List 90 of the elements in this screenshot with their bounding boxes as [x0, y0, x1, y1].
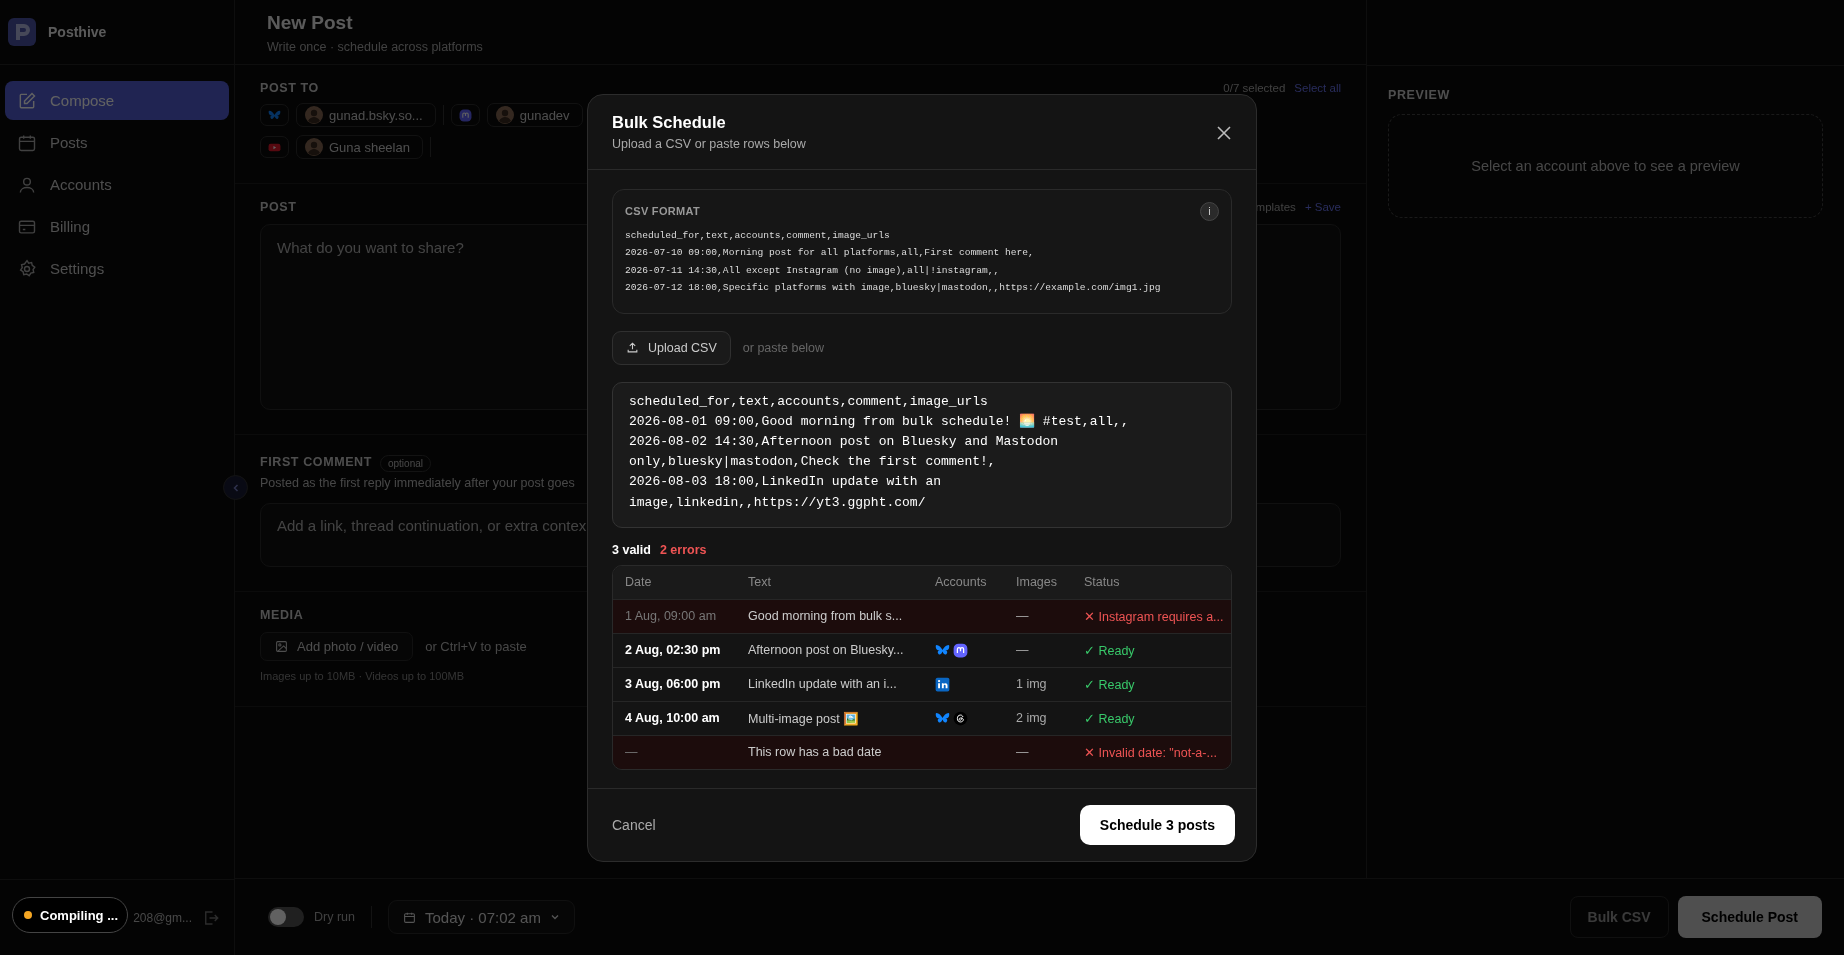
dialog-title: Bulk Schedule [612, 112, 727, 132]
section-label: PREVIEW [1388, 88, 1450, 102]
paste-hint: or Ctrl+V to paste [425, 639, 527, 654]
user-email: 208@gm... [133, 910, 192, 925]
avatar-icon [495, 106, 514, 124]
table-cell: — [1016, 609, 1029, 623]
app-name: Posthive [48, 24, 107, 40]
column-header: Images [1016, 575, 1057, 589]
image-icon [275, 640, 288, 653]
nav-item[interactable]: Settings [5, 249, 229, 288]
code-line: scheduled_for,text,accounts,comment,image_urls [625, 228, 891, 243]
chevron-down-icon [549, 912, 560, 922]
info-button[interactable]: i [1200, 201, 1219, 221]
paste-hint: or paste below [742, 340, 825, 355]
preview-empty-text: Select an account above to see a preview [1471, 158, 1740, 174]
section-label: POST [260, 200, 297, 214]
upload-icon [626, 341, 639, 354]
dialog-subtitle: Upload a CSV or paste rows below [612, 136, 806, 151]
logo-icon [8, 18, 36, 46]
indicator-label: Compiling ... [40, 907, 118, 923]
nav-item[interactable]: Billing [5, 207, 229, 246]
comment-description: Posted as the first reply immediately after your post goes [260, 476, 575, 490]
settings-icon [17, 258, 37, 279]
select-all-link[interactable]: Select all [1294, 82, 1341, 94]
column-header: Text [748, 575, 771, 589]
calendar-icon [403, 910, 416, 924]
mastodon-icon [953, 642, 968, 658]
status-cell: ✕ Instagram requires a... [1084, 608, 1224, 624]
pencil-square-icon [17, 90, 37, 111]
code-line: 2026-07-11 14:30,All except Instagram (no image),all|!instagram,, [625, 263, 1001, 278]
table-cell: Afternoon post on Bluesky... [748, 643, 904, 657]
section-label: MEDIA [260, 608, 304, 622]
nav-item[interactable]: Posts [5, 123, 229, 162]
table-cell: Multi-image post 🖼 [748, 710, 860, 726]
platform-chip[interactable] [450, 104, 480, 126]
upload-csv-button[interactable]: Upload CSV [612, 330, 731, 365]
collapse-button[interactable] [223, 475, 248, 500]
account-chip[interactable]: gunad.bsky.so... [296, 103, 436, 127]
close-button[interactable] [1216, 124, 1232, 141]
cancel-button[interactable]: Cancel [612, 816, 656, 833]
code-line: 2026-07-12 18:00,Specific platforms with image,bluesky|mastodon,,https://example.com/img1.jpg [625, 281, 1162, 295]
dry-run-toggle[interactable] [268, 907, 304, 927]
error-count: 2 errors [659, 542, 707, 557]
page-title: New Post [267, 12, 354, 34]
table-cell: — [625, 745, 638, 759]
table-cell: 1 img [1016, 677, 1047, 691]
table-cell: LinkedIn update with an i... [748, 677, 897, 691]
schedule-post-button[interactable]: Schedule Post [1677, 896, 1822, 938]
table-cell: 3 Aug, 06:00 pm [625, 677, 721, 691]
column-header: Status [1084, 575, 1120, 589]
toggle-label: Dry run [314, 910, 355, 924]
table-cell: This row has a bad date [748, 745, 882, 759]
schedule-button[interactable]: Schedule 3 posts [1079, 804, 1235, 845]
table-cell: 4 Aug, 10:00 am [625, 711, 720, 725]
platform-chip[interactable] [260, 136, 289, 158]
nav-item[interactable]: Accounts [5, 165, 229, 204]
status-dot [24, 911, 32, 919]
date-picker[interactable]: Today · 07:02 am [388, 900, 575, 934]
table-cell: 2 Aug, 02:30 pm [625, 643, 721, 657]
card-label: CSV FORMAT [625, 205, 700, 217]
threads-icon [953, 710, 968, 726]
account-chip[interactable]: Guna sheelan [296, 135, 423, 159]
account-chip[interactable]: gunadev [486, 103, 583, 127]
linkedin-icon [935, 676, 950, 692]
nav-item[interactable]: Compose [5, 81, 229, 120]
table-cell: 1 Aug, 09:00 am [625, 609, 717, 623]
status-cell: ✓ Ready [1084, 676, 1135, 692]
mastodon-icon [458, 108, 472, 122]
table-cell: 2 img [1016, 711, 1047, 725]
code-line: 2026-07-10 09:00,Morning post for all platforms,all,First comment here, [625, 246, 1035, 260]
butterfly-icon [268, 108, 281, 122]
section-label: FIRST COMMENT [260, 455, 372, 469]
table-cell: — [1016, 643, 1029, 657]
logout-icon[interactable] [202, 908, 220, 927]
section-label: POST TO [260, 81, 319, 95]
status-cell: ✓ Ready [1084, 710, 1135, 726]
column-header: Accounts [935, 575, 987, 589]
save-link[interactable]: + Save [1304, 201, 1341, 213]
csv-textarea[interactable]: scheduled_for,text,accounts,comment,image_urls 2026-08-01 09:00,Good morning from bulk schedule! 🌅 #test,all,, 2026-08-02 14:30,Afternoon post on Bluesky and Mastodon only,bluesky|mastodon,Check the first comment!, 2026-08-03 18:00,LinkedIn update with an image,linkedin,,https://yt3.ggpht.com/ [612, 381, 1232, 528]
table-cell: Good morning from bulk s... [748, 609, 903, 623]
add-media-button[interactable]: Add photo / video [260, 632, 414, 661]
platform-chip[interactable] [260, 104, 289, 126]
status-cell: ✕ Invalid date: "not-a-... [1084, 744, 1217, 760]
avatar-icon [305, 106, 323, 124]
column-header: Date [625, 575, 652, 589]
page-subtitle: Write once · schedule across platforms [267, 40, 484, 54]
table-cell: — [1016, 745, 1029, 759]
status-cell: ✓ Ready [1084, 642, 1135, 658]
valid-count: 3 valid [612, 542, 651, 557]
avatar-icon [305, 138, 323, 156]
